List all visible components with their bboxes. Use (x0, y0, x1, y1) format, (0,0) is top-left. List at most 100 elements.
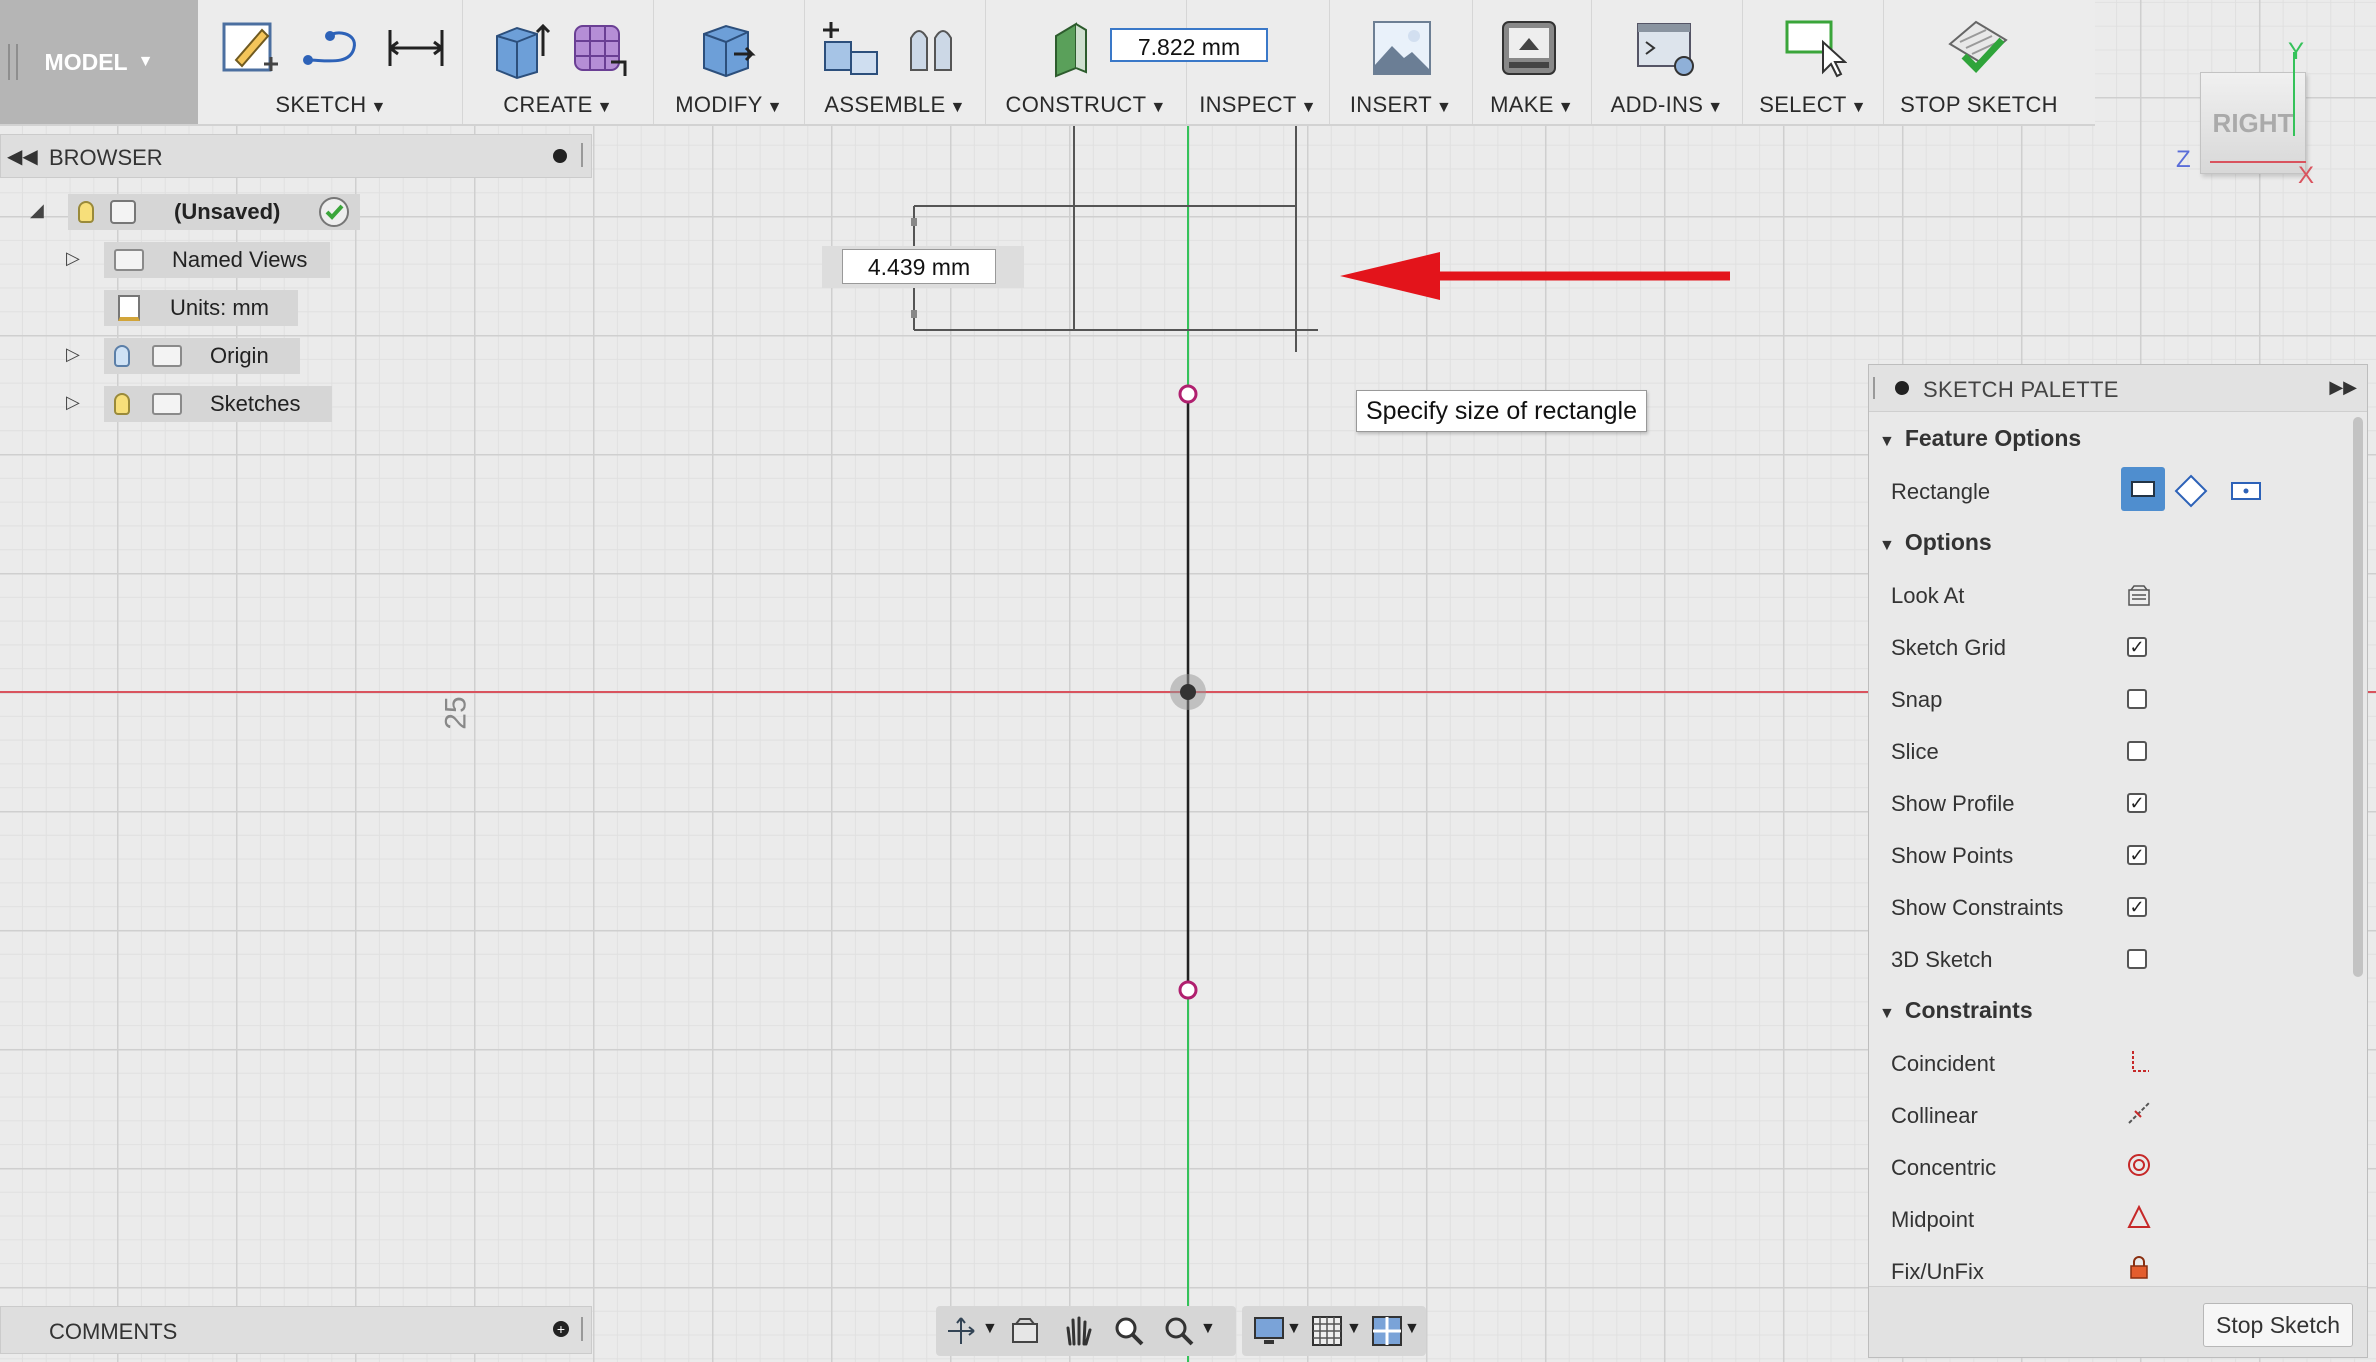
press-pull-icon[interactable] (694, 16, 758, 80)
show-profile-checkbox[interactable]: ✓ (2127, 793, 2147, 813)
palette-header[interactable]: SKETCH PALETTE ▶▶ (1869, 365, 2367, 412)
new-component-icon[interactable] (819, 16, 883, 80)
section-options[interactable]: ▼ Options (1879, 529, 1992, 556)
grid-scale-label: 25 (439, 696, 473, 730)
visibility-bulb-icon[interactable] (78, 201, 94, 223)
caret-down-icon[interactable]: ▼ (982, 1320, 998, 1338)
joint-icon[interactable] (901, 16, 965, 80)
3d-sketch-checkbox[interactable] (2127, 949, 2147, 969)
axis-x-label: X (2298, 162, 2315, 189)
browser-item-units[interactable]: Units: mm (104, 290, 298, 326)
show-points-checkbox[interactable]: ✓ (2127, 845, 2147, 865)
toolbar-group-make[interactable]: MAKE ▼ (1473, 0, 1592, 124)
spline-icon[interactable] (300, 16, 364, 80)
folder-icon (114, 249, 144, 271)
option-show-points: Show Points (1891, 843, 2014, 868)
palette-scrollbar[interactable] (2353, 417, 2363, 977)
dimension-icon[interactable] (384, 16, 448, 80)
3d-print-icon[interactable] (1497, 16, 1561, 80)
expand-triangle-icon[interactable]: ▷ (66, 248, 80, 269)
rectangle-3point-icon[interactable] (2173, 473, 2209, 509)
fit-icon[interactable] (1162, 1314, 1196, 1348)
orbit-icon[interactable] (946, 1316, 976, 1346)
caret-down-icon[interactable]: ▼ (1286, 1320, 1302, 1338)
saved-check-icon (319, 197, 349, 227)
option-slice: Slice (1891, 739, 1939, 764)
collapse-triangle-icon[interactable]: ◢ (30, 200, 44, 221)
workspace-switcher[interactable]: MODEL ▼ (0, 0, 198, 124)
add-comment-icon[interactable]: + (553, 1321, 569, 1337)
show-constraints-checkbox[interactable]: ✓ (2127, 897, 2147, 917)
option-look-at: Look At (1891, 583, 1965, 608)
toolbar-group-inspect[interactable]: INSPECT ▼ (1187, 0, 1330, 124)
constraint-collinear: Collinear (1891, 1103, 1978, 1128)
toolbar-group-select[interactable]: SELECT ▼ (1743, 0, 1884, 124)
viewports-icon[interactable] (1370, 1314, 1404, 1348)
section-feature-options[interactable]: ▼ Feature Options (1879, 425, 2081, 452)
caret-down-icon: ▼ (1557, 99, 1574, 116)
component-icon (110, 200, 136, 224)
section-constraints[interactable]: ▼ Constraints (1879, 997, 2033, 1024)
expand-triangle-icon[interactable]: ▷ (66, 392, 80, 413)
rectangle-2point-button[interactable] (2121, 467, 2165, 511)
toolbar-group-assemble[interactable]: ASSEMBLE ▼ (805, 0, 986, 124)
expand-panel-icon[interactable]: ▶▶ (2329, 377, 2357, 398)
window-select-icon[interactable] (1783, 16, 1847, 80)
panel-handle-icon[interactable] (581, 143, 587, 167)
browser-item-origin[interactable]: Origin (104, 338, 300, 374)
look-at-icon[interactable] (2127, 583, 2151, 607)
stop-sketch-button[interactable]: Stop Sketch (2203, 1303, 2353, 1347)
option-sketch-grid: Sketch Grid (1891, 635, 2006, 660)
stop-sketch-icon[interactable] (1946, 16, 2010, 80)
zoom-icon[interactable] (1112, 1314, 1146, 1348)
rectangle-icon (2131, 481, 2155, 497)
lock-icon[interactable] (2127, 1255, 2151, 1279)
insert-image-icon[interactable] (1370, 16, 1434, 80)
pin-icon[interactable] (553, 149, 567, 163)
snap-checkbox[interactable] (2127, 689, 2147, 709)
rectangle-center-icon[interactable] (2229, 475, 2263, 507)
caret-down-icon[interactable]: ▼ (1346, 1320, 1362, 1338)
concentric-icon[interactable] (2127, 1153, 2151, 1177)
toolbar-group-stop-sketch[interactable]: STOP SKETCH (1884, 0, 2074, 124)
caret-down-icon: ▼ (766, 99, 783, 116)
sketch-grid-checkbox[interactable]: ✓ (2127, 637, 2147, 657)
grip-icon[interactable] (1873, 377, 1879, 399)
visibility-bulb-icon[interactable] (114, 345, 130, 367)
panel-handle-icon[interactable] (581, 1317, 587, 1341)
toolbar-group-insert[interactable]: INSERT ▼ (1330, 0, 1473, 124)
caret-down-icon[interactable]: ▼ (1200, 1320, 1216, 1338)
toolbar-group-addins[interactable]: ADD-INS ▼ (1592, 0, 1743, 124)
form-icon[interactable] (567, 16, 631, 80)
slice-checkbox[interactable] (2127, 741, 2147, 761)
pin-icon[interactable] (1895, 381, 1909, 395)
browser-item-sketches[interactable]: Sketches (104, 386, 332, 422)
browser-panel-header[interactable]: ◀◀ BROWSER (0, 134, 592, 178)
grid-settings-icon[interactable] (1310, 1314, 1344, 1348)
look-at-icon[interactable] (1010, 1316, 1040, 1346)
midpoint-icon[interactable] (2127, 1205, 2151, 1229)
extrude-icon[interactable] (487, 16, 551, 80)
toolbar-group-modify[interactable]: MODIFY ▼ (654, 0, 805, 124)
navigation-bar: ▼ ▼ ▼ ▼ ▼ (936, 1306, 1426, 1356)
expand-triangle-icon[interactable]: ▷ (66, 344, 80, 365)
visibility-bulb-icon[interactable] (114, 393, 130, 415)
dimension-input[interactable]: 4.439 mm (842, 249, 996, 284)
collinear-icon[interactable] (2127, 1101, 2151, 1125)
display-settings-icon[interactable] (1252, 1314, 1286, 1348)
comments-panel-header[interactable]: COMMENTS + (0, 1306, 592, 1354)
create-sketch-icon[interactable] (218, 16, 282, 80)
caret-down-icon[interactable]: ▼ (1404, 1320, 1420, 1338)
palette-row-rectangle: Rectangle (1891, 479, 1991, 504)
coincident-icon[interactable] (2127, 1049, 2151, 1073)
scripts-icon[interactable] (1634, 16, 1698, 80)
offset-plane-icon[interactable] (1046, 16, 1110, 80)
toolbar-group-sketch[interactable]: SKETCH ▼ (200, 0, 463, 124)
constraint-concentric: Concentric (1891, 1155, 1997, 1180)
collapse-panel-icon[interactable]: ◀◀ (7, 144, 38, 169)
pan-icon[interactable] (1062, 1314, 1092, 1348)
browser-item-named-views[interactable]: Named Views (104, 242, 330, 278)
folder-icon (152, 345, 182, 367)
browser-root-item[interactable]: (Unsaved) (68, 194, 360, 230)
toolbar-group-create[interactable]: CREATE ▼ (463, 0, 654, 124)
